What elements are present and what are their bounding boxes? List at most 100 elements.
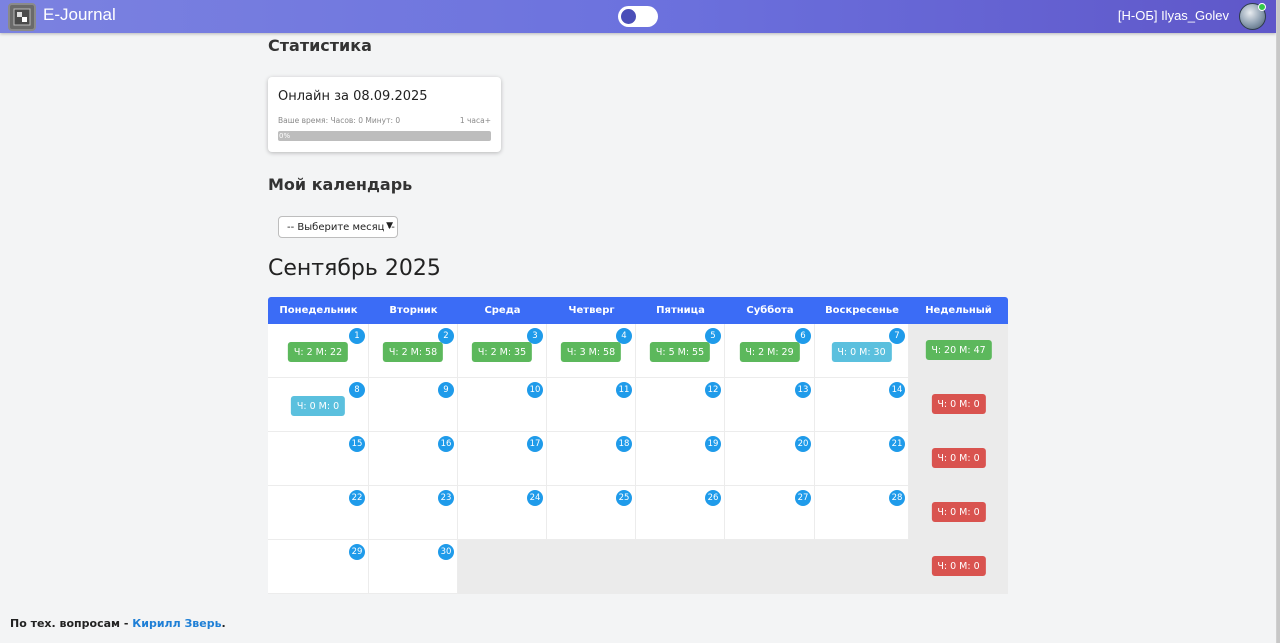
weekly-time-badge: Ч: 0 М: 0 <box>931 448 986 468</box>
calendar-day-cell[interactable]: 14 <box>815 378 909 432</box>
calendar-day-cell[interactable]: 21 <box>815 432 909 486</box>
calendar-empty-cell <box>815 540 909 594</box>
day-number: 29 <box>349 544 365 560</box>
calendar-day-cell[interactable]: 7 Ч: 0 М: 30 <box>815 324 909 378</box>
day-time-badge: Ч: 0 М: 0 <box>290 396 346 416</box>
calendar-day-cell[interactable]: 23 <box>369 486 458 540</box>
online-status-icon <box>1258 3 1266 11</box>
calendar-day-cell[interactable]: 28 <box>815 486 909 540</box>
calendar-day-cell[interactable]: 30 <box>369 540 458 594</box>
day-number: 23 <box>438 490 454 506</box>
calendar-body: 1 Ч: 2 М: 22 2 Ч: 2 М: 58 3 Ч: 2 М: 35 4 Ч: 3 М… <box>268 324 1008 594</box>
calendar-day-cell[interactable]: 27 <box>725 486 815 540</box>
day-number: 28 <box>889 490 905 506</box>
calendar-day-cell[interactable]: 19 <box>636 432 725 486</box>
day-number: 22 <box>349 490 365 506</box>
day-time-badge: Ч: 5 М: 55 <box>649 342 711 362</box>
day-number: 19 <box>705 436 721 452</box>
month-select[interactable]: -- Выберите месяц -- ▼ <box>278 216 398 238</box>
weekly-total-cell[interactable]: Ч: 0 М: 0 <box>909 378 1008 432</box>
day-number: 9 <box>438 382 454 398</box>
calendar-table: Понедельник Вторник Среда Четверг Пятница Суб… <box>268 297 1008 594</box>
calendar-day-cell[interactable]: 24 <box>458 486 547 540</box>
calendar-day-cell[interactable]: 18 <box>547 432 636 486</box>
day-number: 15 <box>349 436 365 452</box>
calendar-day-cell[interactable]: 8 Ч: 0 М: 0 <box>268 378 369 432</box>
online-card-title: Онлайн за 08.09.2025 <box>278 89 428 104</box>
calendar-week-row: 29 30 Ч: 0 М: 0 <box>268 540 1008 594</box>
day-number: 20 <box>795 436 811 452</box>
calendar-day-cell[interactable]: 15 <box>268 432 369 486</box>
online-progress-bar: 0% <box>278 131 491 141</box>
calendar-day-cell[interactable]: 9 <box>369 378 458 432</box>
chevron-down-icon: ▼ <box>386 221 393 231</box>
calendar-week-row: 1 Ч: 2 М: 22 2 Ч: 2 М: 58 3 Ч: 2 М: 35 4 Ч: 3 М… <box>268 324 1008 378</box>
calendar-day-cell[interactable]: 16 <box>369 432 458 486</box>
theme-toggle[interactable] <box>618 6 658 27</box>
calendar-day-cell[interactable]: 17 <box>458 432 547 486</box>
calendar-header-row: Понедельник Вторник Среда Четверг Пятница Суб… <box>268 297 1008 324</box>
user-name[interactable]: [Н-ОБ] Ilyas_Golev <box>1118 8 1229 23</box>
day-number: 24 <box>527 490 543 506</box>
weekly-total-cell[interactable]: Ч: 0 М: 0 <box>909 432 1008 486</box>
brand-title[interactable]: E-Journal <box>43 5 116 25</box>
calendar-day-cell[interactable]: 6 Ч: 2 М: 29 <box>725 324 815 378</box>
calendar-week-row: 15 16 17 18 19 20 21 Ч: 0 М: 0 <box>268 432 1008 486</box>
calendar-empty-cell <box>725 540 815 594</box>
calendar-week-row: 22 23 24 25 26 27 28 Ч: 0 М: 0 <box>268 486 1008 540</box>
support-text: По тех. вопросам - <box>10 617 133 630</box>
month-title: Сентябрь 2025 <box>268 256 441 281</box>
day-number: 17 <box>527 436 543 452</box>
day-time-badge: Ч: 0 М: 30 <box>831 342 892 362</box>
toggle-knob <box>621 9 636 24</box>
calendar-day-cell[interactable]: 26 <box>636 486 725 540</box>
day-number: 25 <box>616 490 632 506</box>
day-number: 21 <box>889 436 905 452</box>
calendar-day-cell[interactable]: 1 Ч: 2 М: 22 <box>268 324 369 378</box>
calendar-header-cell: Недельный <box>925 305 992 316</box>
day-number: 30 <box>438 544 454 560</box>
weekly-time-badge: Ч: 20 М: 47 <box>925 340 992 360</box>
day-time-badge: Ч: 2 М: 35 <box>471 342 533 362</box>
calendar-day-cell[interactable]: 5 Ч: 5 М: 55 <box>636 324 725 378</box>
weekly-total-cell[interactable]: Ч: 20 М: 47 <box>909 324 1008 378</box>
calendar-header-cell: Четверг <box>568 305 615 316</box>
day-number: 14 <box>889 382 905 398</box>
progress-label: 0% <box>279 132 291 140</box>
day-number: 10 <box>527 382 543 398</box>
calendar-header-cell: Пятница <box>656 305 705 316</box>
calendar-day-cell[interactable]: 29 <box>268 540 369 594</box>
day-number: 1 <box>349 328 365 344</box>
weekly-time-badge: Ч: 0 М: 0 <box>931 394 986 414</box>
calendar-day-cell[interactable]: 3 Ч: 2 М: 35 <box>458 324 547 378</box>
weekly-total-cell[interactable]: Ч: 0 М: 0 <box>909 486 1008 540</box>
support-contact-link[interactable]: Кирилл Зверь <box>132 617 221 630</box>
calendar-day-cell[interactable]: 20 <box>725 432 815 486</box>
calendar-week-row: 8 Ч: 0 М: 0 9 10 11 12 13 14 Ч: 0 М: 0 <box>268 378 1008 432</box>
logo-icon[interactable] <box>8 3 36 31</box>
calendar-day-cell[interactable]: 25 <box>547 486 636 540</box>
weekly-total-cell[interactable]: Ч: 0 М: 0 <box>909 540 1008 594</box>
online-card: Онлайн за 08.09.2025 Ваше время: Часов: … <box>268 77 501 152</box>
calendar-day-cell[interactable]: 22 <box>268 486 369 540</box>
calendar-header-cell: Воскресенье <box>825 305 899 316</box>
day-number: 16 <box>438 436 454 452</box>
day-time-badge: Ч: 2 М: 22 <box>287 342 349 362</box>
top-navbar: E-Journal [Н-ОБ] Ilyas_Golev <box>0 0 1276 33</box>
calendar-day-cell[interactable]: 13 <box>725 378 815 432</box>
calendar-empty-cell <box>458 540 547 594</box>
calendar-day-cell[interactable]: 12 <box>636 378 725 432</box>
calendar-day-cell[interactable]: 4 Ч: 3 М: 58 <box>547 324 636 378</box>
day-number: 12 <box>705 382 721 398</box>
your-time-text: Ваше время: Часов: 0 Минут: 0 <box>278 116 401 125</box>
calendar-day-cell[interactable]: 10 <box>458 378 547 432</box>
calendar-header-cell: Среда <box>484 305 521 316</box>
calendar-header-cell: Вторник <box>389 305 438 316</box>
day-number: 18 <box>616 436 632 452</box>
calendar-day-cell[interactable]: 2 Ч: 2 М: 58 <box>369 324 458 378</box>
day-time-badge: Ч: 3 М: 58 <box>560 342 622 362</box>
weekly-time-badge: Ч: 0 М: 0 <box>931 556 986 576</box>
calendar-day-cell[interactable]: 11 <box>547 378 636 432</box>
goal-text: 1 часа+ <box>459 116 491 125</box>
day-number: 11 <box>616 382 632 398</box>
